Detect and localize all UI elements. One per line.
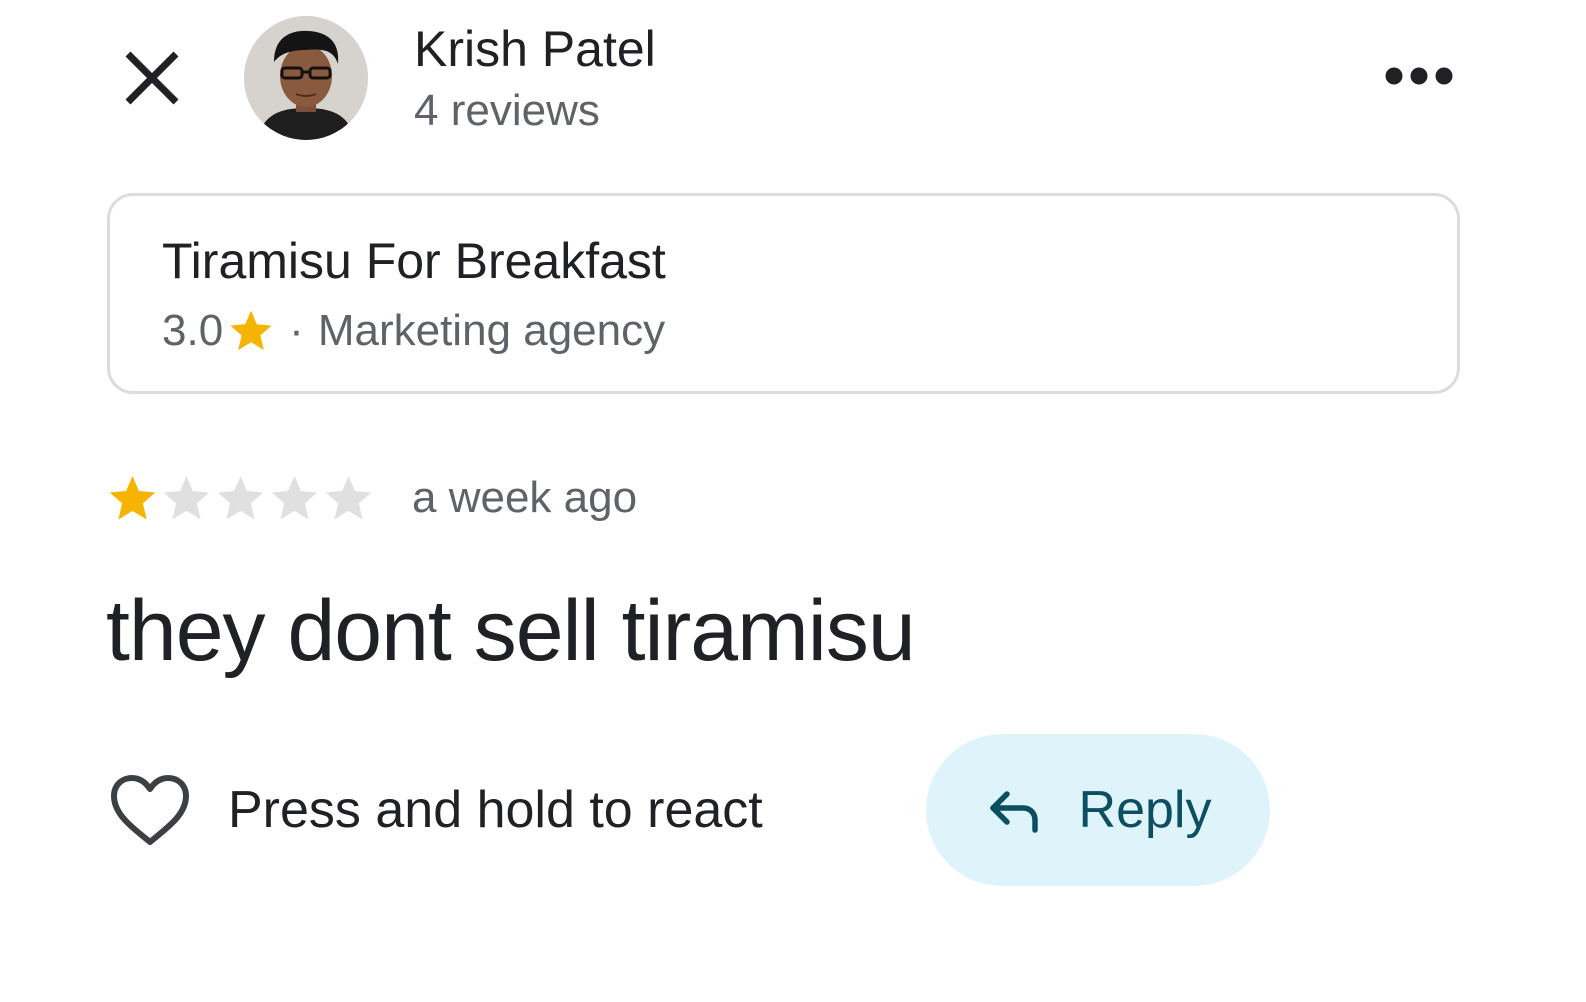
review-text: they dont sell tiramisu — [106, 583, 916, 679]
star-icon — [230, 310, 272, 350]
star-empty-icon — [325, 475, 372, 519]
star-empty-icon — [271, 475, 318, 519]
review-rating-row: a week ago — [106, 470, 637, 526]
more-horizontal-icon — [1385, 67, 1453, 85]
more-options-button[interactable] — [1382, 58, 1456, 94]
star-rating — [106, 472, 376, 525]
heart-icon — [111, 775, 189, 845]
close-button[interactable] — [118, 44, 186, 112]
author-name[interactable]: Krish Patel — [414, 20, 656, 78]
react-button[interactable]: Press and hold to react — [108, 770, 763, 850]
author-review-count: 4 reviews — [414, 86, 600, 135]
avatar-photo — [244, 16, 368, 140]
place-card[interactable]: Tiramisu For Breakfast 3.0 · Marketing a… — [107, 193, 1460, 394]
reply-label: Reply — [1078, 781, 1212, 839]
star-filled-icon — [109, 475, 156, 519]
close-icon — [125, 51, 179, 105]
meta-separator: · — [289, 306, 304, 355]
star-empty-icon — [163, 475, 210, 519]
avatar[interactable] — [244, 16, 368, 140]
react-label: Press and hold to react — [228, 781, 763, 839]
review-date: a week ago — [412, 473, 638, 522]
place-meta: 3.0 · Marketing agency — [162, 306, 665, 356]
reply-arrow-icon — [989, 791, 1038, 833]
star-empty-icon — [217, 475, 264, 519]
place-name: Tiramisu For Breakfast — [162, 233, 666, 289]
reply-button[interactable]: Reply — [926, 734, 1270, 886]
place-rating: 3.0 — [162, 306, 224, 355]
place-category: Marketing agency — [317, 306, 666, 355]
